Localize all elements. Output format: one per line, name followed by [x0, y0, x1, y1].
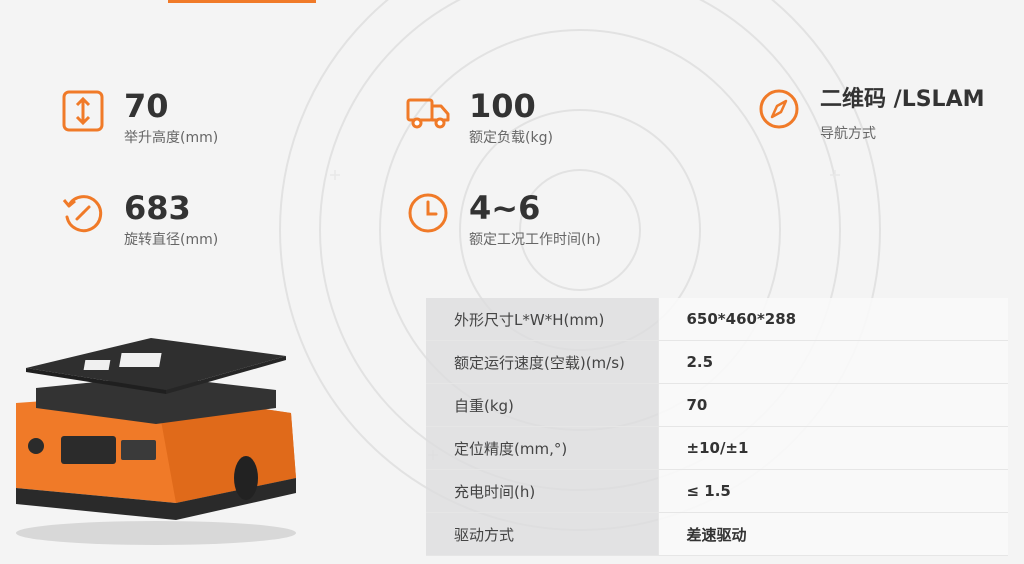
table-value: 70 [657, 383, 1008, 427]
compass-icon [759, 89, 799, 129]
spec-value: 4~6 [469, 189, 541, 227]
table-row: 额定运行速度(空载)(m/s) 2.5 [426, 340, 1008, 384]
spec-label: 导航方式 [820, 126, 876, 142]
table-row: 驱动方式 差速驱动 [426, 512, 1008, 556]
table-row: 自重(kg) 70 [426, 383, 1008, 427]
table-value: ±10/±1 [657, 426, 1008, 470]
spec-working-time: 4~6 额定工况工作时间(h) [405, 190, 601, 250]
truck-icon [406, 98, 450, 129]
table-key: 驱动方式 [426, 512, 658, 556]
spec-label: 举升高度(mm) [124, 130, 219, 146]
spec-value: 100 [469, 87, 536, 125]
spec-lift-height: 70 举升高度(mm) [60, 88, 218, 148]
spec-rated-load: 100 额定负载(kg) [405, 88, 553, 148]
spec-label: 额定工况工作时间(h) [469, 232, 601, 248]
table-row: 充电时间(h) ≤ 1.5 [426, 469, 1008, 513]
table-value: ≤ 1.5 [657, 469, 1008, 513]
table-key: 充电时间(h) [426, 469, 658, 513]
spec-value: 70 [124, 87, 169, 125]
spec-label: 额定负载(kg) [469, 130, 553, 146]
clock-icon [408, 193, 448, 233]
table-value: 2.5 [657, 340, 1008, 384]
table-row: 定位精度(mm,°) ±10/±1 [426, 426, 1008, 470]
robot-product-image [16, 338, 296, 545]
table-value: 650*460*288 [657, 298, 1008, 341]
table-key: 额定运行速度(空载)(m/s) [426, 340, 658, 384]
table-value: 差速驱动 [657, 512, 1008, 556]
spec-label: 旋转直径(mm) [124, 232, 219, 248]
spec-table: 外形尺寸L*W*H(mm) 650*460*288 额定运行速度(空载)(m/s)… [426, 298, 1008, 556]
spec-navigation: 二维码 /LSLAM 导航方式 [756, 86, 985, 144]
table-key: 自重(kg) [426, 383, 658, 427]
spec-value: 683 [124, 189, 191, 227]
spec-rotation-diameter: 683 旋转直径(mm) [60, 190, 218, 250]
vertical-arrows-icon [62, 90, 104, 132]
table-key: 外形尺寸L*W*H(mm) [426, 298, 658, 341]
table-key: 定位精度(mm,°) [426, 426, 658, 470]
spec-value: 二维码 /LSLAM [820, 87, 985, 112]
table-row: 外形尺寸L*W*H(mm) 650*460*288 [426, 298, 1008, 341]
rotate-icon [62, 195, 103, 233]
